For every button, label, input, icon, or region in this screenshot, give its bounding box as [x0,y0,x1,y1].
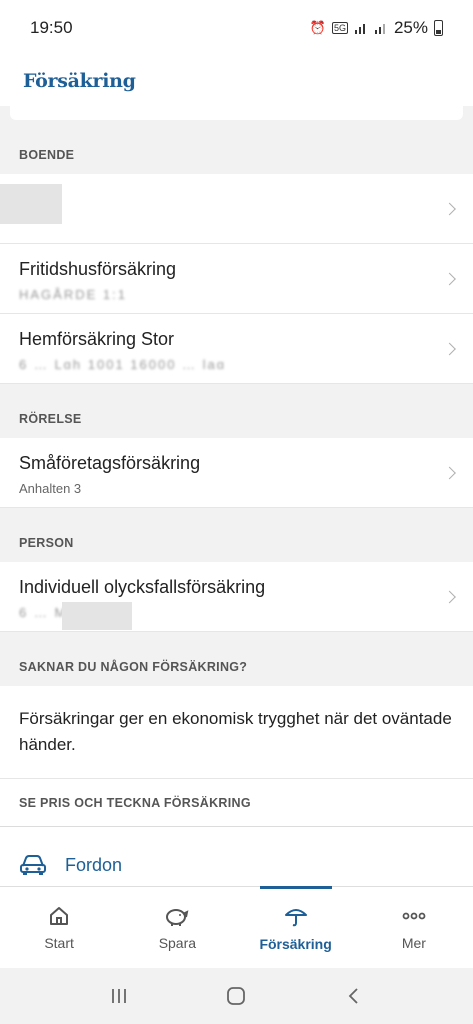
app-header: Försäkring [0,56,473,106]
nav-item-forsakring[interactable]: Försäkring [237,886,355,968]
nav-item-start[interactable]: Start [0,887,118,968]
insurance-subtitle: HAGÅRDE 1:1 [19,286,127,299]
status-icons: ⏰ 5G 25% [310,18,443,38]
top-card-edge [10,106,463,120]
nav-label-start: Start [44,934,74,951]
section-heading-boende: BOENDE [19,148,75,162]
insurance-row[interactable]: Småföretagsförsäkring Anhalten 3 [0,438,473,508]
insurance-row[interactable] [0,174,473,244]
insurance-subtitle: 6 … Lgh 1001 16000 … lag [19,356,227,369]
status-time: 19:50 [30,18,73,37]
insurance-title: Individuell olycksfallsförsäkring [19,576,266,597]
more-dots-icon [402,912,426,919]
insurance-row[interactable]: Individuell olycksfallsförsäkring 6 … Mi… [0,562,473,632]
car-icon [20,855,46,875]
section-heading-missing: SAKNAR DU NÅGON FÖRSÄKRING? [19,660,248,674]
insurance-title: Fritidshusförsäkring [19,258,177,279]
insurance-subtitle [19,206,454,218]
back-icon[interactable] [344,986,364,1006]
nav-label-forsakring: Försäkring [259,935,332,952]
insurance-subtitle: Anhalten 3 [19,480,82,493]
signal-icon-2 [374,24,385,34]
fordon-link[interactable]: Fordon [0,827,473,886]
missing-info-text: Försäkringar ger en ekonomisk trygghet n… [0,686,473,779]
status-bar: 19:50 ⏰ 5G 25% [0,0,473,56]
insurance-row[interactable]: Hemförsäkring Stor 6 … Lgh 1001 16000 … … [0,314,473,384]
home-button-icon[interactable] [226,986,246,1006]
insurance-row[interactable]: Fritidshusförsäkring HAGÅRDE 1:1 [0,244,473,314]
alarm-icon: ⏰ [309,20,326,35]
nav-label-mer: Mer [401,934,426,951]
section-heading-rorelse: RÖRELSE [19,412,82,426]
insurance-title: Småföretagsförsäkring [19,452,201,473]
insurance-title: Hemförsäkring Stor [19,328,175,349]
piggy-bank-icon [166,908,189,926]
section-heading-buy: SE PRIS OCH TECKNA FÖRSÄKRING [0,779,473,827]
fordon-label: Fordon [65,854,123,875]
system-nav-bar [0,968,473,1024]
redacted-area [0,184,62,224]
insurance-list[interactable]: BOENDE Fritidshusförsäkring HAGÅRDE 1:1 … [0,106,473,886]
page-title: Försäkring [23,70,136,92]
battery-percent: 25% [393,18,428,37]
umbrella-icon [284,908,307,926]
redacted-area [62,602,132,630]
bottom-nav: Start Spara Försäkring Mer [0,886,473,968]
recent-apps-icon[interactable] [109,986,129,1006]
nav-item-spara[interactable]: Spara [118,887,236,968]
signal-icon [354,24,365,34]
battery-icon [434,20,443,36]
nav-item-mer[interactable]: Mer [355,887,473,968]
home-icon [50,906,69,925]
network-type: 5G [331,22,348,34]
section-heading-person: PERSON [19,536,74,550]
nav-label-spara: Spara [158,934,197,951]
